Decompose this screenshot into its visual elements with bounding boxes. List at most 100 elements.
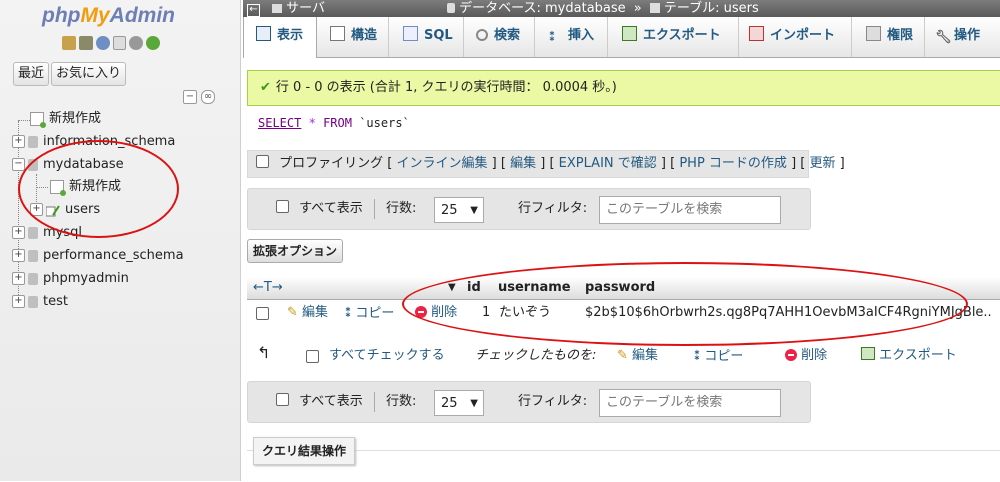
row-copy-button[interactable]: ⁑ コピー — [345, 300, 394, 327]
docs-icon[interactable] — [113, 36, 126, 50]
settings-gear-icon[interactable] — [129, 36, 143, 50]
structure-icon — [330, 26, 345, 41]
export-icon — [861, 347, 875, 360]
bulk-copy-button[interactable]: ⁑ コピー — [694, 343, 743, 370]
show-all[interactable]: すべて表示 — [276, 189, 363, 229]
check-all-checkbox[interactable] — [306, 350, 319, 363]
expand-icon[interactable]: + — [12, 226, 25, 239]
query-options-bar: プロファイリング [ インライン編集 ] [ 編集 ] [ EXPLAIN で確… — [247, 150, 845, 178]
wrench-icon: 🔧︎ — [935, 30, 952, 45]
logout-icon[interactable] — [79, 36, 93, 50]
edit-link[interactable]: 編集 — [510, 156, 536, 171]
expand-icon[interactable]: + — [12, 272, 25, 285]
extra-options-button[interactable]: 拡張オプション — [247, 239, 344, 263]
tree-item-database[interactable]: + performance_schema — [12, 246, 184, 266]
delete-icon — [785, 349, 797, 361]
divider — [374, 392, 375, 412]
profiling-checkbox[interactable] — [256, 155, 269, 168]
phpmyadmin-logo[interactable]: phpMyAdmin — [42, 4, 175, 28]
database-icon — [447, 3, 456, 13]
database-icon — [28, 295, 38, 308]
tab-import[interactable]: インポート — [739, 17, 852, 57]
tab-structure[interactable]: 構造 — [316, 17, 389, 57]
insert-icon: ⁑ — [549, 30, 556, 44]
arrow-up-icon: ↰ — [257, 343, 271, 362]
row-filter-input[interactable]: このテーブルを検索 — [599, 196, 781, 224]
tab-browse[interactable]: 表示 — [243, 17, 317, 58]
navigation-bar-top: すべて表示 行数: 25 ▼ 行フィルタ: このテーブルを検索 — [247, 188, 811, 230]
breadcrumb-table[interactable]: テーブル: users — [664, 1, 759, 16]
show-all-checkbox[interactable] — [276, 200, 289, 213]
database-icon — [28, 272, 38, 285]
database-icon — [28, 226, 38, 239]
collapse-icon[interactable]: − — [12, 158, 25, 171]
chevron-down-icon: ▼ — [470, 398, 478, 409]
navigation-bar-bottom: すべて表示 行数: 25 ▼ 行フィルタ: このテーブルを検索 — [247, 381, 811, 423]
annotation-circle — [18, 140, 179, 238]
recent-button[interactable]: 最近 — [13, 62, 50, 86]
breadcrumb-server[interactable]: サーバ — [286, 1, 325, 16]
expand-icon[interactable]: + — [12, 249, 25, 262]
sql-icon — [403, 26, 418, 41]
breadcrumb-database[interactable]: データベース: mydatabase — [459, 1, 626, 16]
breadcrumb: ← サーバ データベース: mydatabase » テーブル: users — [243, 0, 1000, 17]
export-icon — [622, 26, 637, 41]
divider — [374, 199, 375, 219]
bulk-delete-button[interactable]: 削除 — [785, 343, 827, 369]
tree-controls: − ∞ — [183, 90, 215, 104]
refresh-link[interactable]: 更新 — [809, 156, 835, 171]
tab-export[interactable]: エクスポート — [608, 17, 739, 57]
bulk-export-button[interactable]: エクスポート — [861, 343, 957, 369]
pencil-icon: ✎ — [617, 348, 628, 363]
expand-icon[interactable]: + — [12, 295, 25, 308]
favorites-button[interactable]: お気に入り — [51, 62, 127, 86]
tree-item-database[interactable]: + phpmyadmin — [12, 269, 129, 289]
query-results-operations-legend: クエリ結果操作 — [253, 437, 356, 465]
chevron-down-icon: ▼ — [470, 205, 478, 216]
copy-icon: ⁑ — [694, 349, 701, 363]
sql-query[interactable]: SELECT * FROM `users` — [258, 116, 410, 130]
bulk-edit-button[interactable]: ✎ 編集 — [617, 343, 658, 369]
database-icon — [28, 135, 38, 148]
rows-select[interactable]: 25 ▼ — [434, 390, 484, 416]
back-arrow-icon[interactable]: ← — [247, 4, 260, 17]
help-icon[interactable] — [96, 36, 110, 50]
annotation-ellipse — [402, 262, 968, 346]
tree-item-database[interactable]: + test — [12, 292, 68, 312]
tab-insert[interactable]: ⁑ 挿入 — [535, 17, 608, 57]
home-icon[interactable] — [62, 36, 76, 50]
query-results-operations-panel — [247, 450, 1000, 482]
rows-label: 行数: — [386, 201, 417, 216]
row-edit-button[interactable]: ✎ 編集 — [287, 300, 328, 326]
import-icon — [749, 26, 764, 41]
collapse-all-icon[interactable]: − — [183, 90, 197, 104]
browse-icon — [256, 26, 271, 41]
privileges-icon — [866, 26, 881, 41]
rows-select[interactable]: 25 ▼ — [434, 197, 484, 223]
search-icon — [476, 29, 488, 41]
row-checkbox[interactable] — [256, 307, 269, 320]
row-filter-input[interactable]: このテーブルを検索 — [599, 389, 781, 417]
tab-search[interactable]: 検索 — [464, 17, 535, 57]
check-all-link[interactable]: すべてチェックする — [329, 343, 445, 369]
navigation-panel: phpMyAdmin 最近 お気に入り − ∞ 新規作成 + informatio… — [0, 0, 241, 481]
link-icon[interactable]: ∞ — [201, 90, 215, 104]
new-item-icon — [30, 111, 46, 128]
inline-edit-link[interactable]: インライン編集 — [397, 156, 488, 171]
checkmark-icon: ✔ — [260, 80, 271, 95]
tab-sql[interactable]: SQL — [389, 17, 464, 57]
column-controls-icon[interactable]: ←T→ — [253, 277, 283, 299]
explain-link[interactable]: EXPLAIN で確認 — [559, 156, 657, 171]
tab-operations[interactable]: 🔧︎ 操作 — [925, 17, 1000, 57]
database-icon — [28, 249, 38, 262]
expand-icon[interactable]: + — [12, 135, 25, 148]
reload-icon[interactable] — [146, 36, 160, 50]
show-all[interactable]: すべて表示 — [276, 382, 363, 422]
php-code-link[interactable]: PHP コードの作成 — [679, 156, 787, 171]
copy-icon: ⁑ — [345, 306, 352, 320]
tab-privileges[interactable]: 権限 — [852, 17, 925, 57]
tree-item-new[interactable]: 新規作成 — [30, 109, 101, 129]
pencil-icon: ✎ — [287, 305, 298, 320]
show-all-checkbox[interactable] — [276, 393, 289, 406]
success-message: ✔ 行 0 - 0 の表示 (合計 1, クエリの実行時間： 0.0004 秒。) — [247, 70, 1000, 106]
